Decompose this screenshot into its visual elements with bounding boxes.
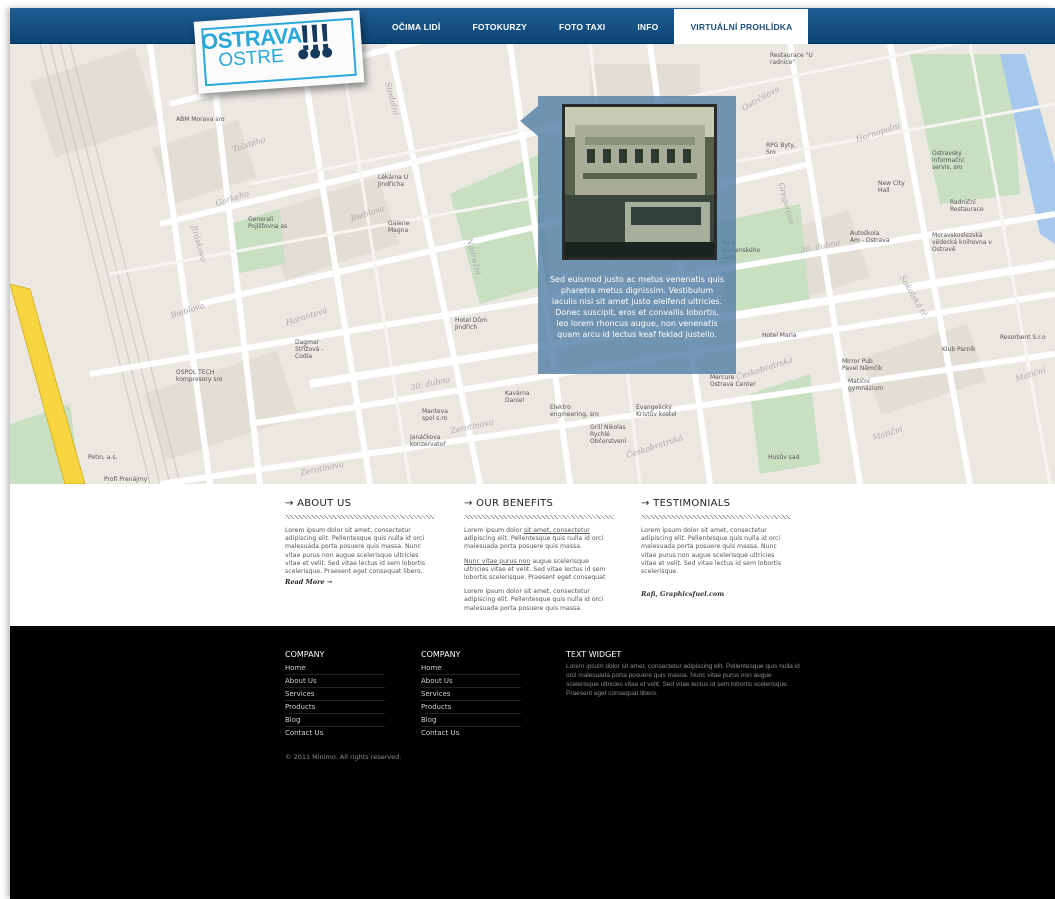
map-place-label: Manteva spol s.ro xyxy=(422,408,448,422)
map-place-label: Petin, a.s. xyxy=(88,454,118,461)
map-place-label: Ostravský informační servis, sro xyxy=(932,150,964,171)
nav-item-info[interactable]: INFO xyxy=(621,8,674,44)
map-place-label: Autoškola Am - Ostrava xyxy=(850,230,890,244)
about-us-column: → ABOUT US Lorem ipsum dolor sit amet, c… xyxy=(285,498,435,586)
footer-column-title: COMPANY xyxy=(421,650,461,659)
map-place-label: Restaurace "U radnice" xyxy=(770,52,813,66)
nav-item-virtualni-prohlidka[interactable]: VIRTUÁLNÍ PROHLÍDKA xyxy=(674,9,809,44)
map-place-label: Moravskoslezská vědecká knihovna v Ostra… xyxy=(932,232,992,253)
footer-link-products[interactable]: Products xyxy=(421,701,521,714)
footer-link-home[interactable]: Home xyxy=(421,662,521,675)
nav-item-ocima-lidi[interactable]: OČIMA LIDÍ xyxy=(376,8,456,44)
about-us-text: Lorem ipsum dolor sit amet, consectetur … xyxy=(285,527,426,576)
testimonials-title: → TESTIMONIALS xyxy=(641,498,731,509)
footer-link-about-us[interactable]: About Us xyxy=(421,675,521,688)
footer-link-blog[interactable]: Blog xyxy=(285,714,385,727)
text-widget: TEXT WIDGET Lorem ipsum dolor sit amet, … xyxy=(566,650,801,698)
map-info-popup[interactable]: Sed euismod justo ac metus venenatis qui… xyxy=(538,96,736,374)
map-place-label: Husův sad xyxy=(768,454,800,461)
benefits-text-segment: Lorem ipsum dolor xyxy=(464,527,524,534)
footer-link-about-us[interactable]: About Us xyxy=(285,675,385,688)
title-divider xyxy=(464,515,614,519)
benefits-text-segment: adipiscing elit. Pellentesque quis nulla… xyxy=(464,535,604,551)
map-place-label: Mirror Pub Pavel Němčík xyxy=(842,358,883,372)
text-widget-body: Lorem ipsum dolor sit amet, consectetur … xyxy=(566,663,800,697)
map-place-label: OSPOL TECH kompresory sro xyxy=(176,369,223,383)
map-place-label: Resorbent S.r.o xyxy=(1000,334,1046,341)
logo-text-ostre: OSTRE xyxy=(217,45,285,72)
map-place-label: ABM Morava sro xyxy=(176,116,225,123)
nav-menu: OČIMA LIDÍ FOTOKURZY FOTO TAXI INFO VIRT… xyxy=(376,8,809,44)
map-place-label: Grill Nikolas Rychlé Občerstvení xyxy=(590,424,627,445)
about-us-title: → ABOUT US xyxy=(285,498,352,509)
our-benefits-text: Lorem ipsum dolor sit amet, consectetur … xyxy=(464,527,614,613)
map-place-label: Profi Prenájmy xyxy=(104,476,148,483)
top-nav-bar: OČIMA LIDÍ FOTOKURZY FOTO TAXI INFO VIRT… xyxy=(10,8,1055,44)
testimonial-author: Rafi, Graphicsfuel.com xyxy=(641,590,725,599)
map-place-label: Matiční gymnázium xyxy=(848,378,884,392)
popup-photo[interactable] xyxy=(562,104,717,260)
map-place-label: Dagmar Střížová - Codia xyxy=(295,339,324,360)
footer-link-services[interactable]: Services xyxy=(421,688,521,701)
footer-link-home[interactable]: Home xyxy=(285,662,385,675)
map-place-label: Galerie Magna xyxy=(388,220,410,234)
map-place-label: Lékárna U Jindřicha xyxy=(378,174,409,188)
site-logo[interactable]: OSTRAVA OSTRE !!! xyxy=(193,10,365,94)
footer: COMPANY Home About Us Services Products … xyxy=(10,626,1055,899)
benefits-link[interactable]: sit amet, consectetur xyxy=(524,527,590,534)
info-section: → ABOUT US Lorem ipsum dolor sit amet, c… xyxy=(10,484,1055,626)
our-benefits-title: → OUR BENEFITS xyxy=(464,498,554,509)
footer-link-blog[interactable]: Blog xyxy=(421,714,521,727)
our-benefits-column: → OUR BENEFITS Lorem ipsum dolor sit ame… xyxy=(464,498,614,619)
building-photo-icon xyxy=(565,107,714,257)
map-place-label: RPG Byty, Sro xyxy=(766,142,796,156)
map-place-label: Kavárna Daniel xyxy=(505,390,530,404)
read-more-link[interactable]: Read More → xyxy=(285,578,435,586)
text-widget-title: TEXT WIDGET xyxy=(566,650,622,659)
nav-item-foto-taxi[interactable]: FOTO TAXI xyxy=(543,8,621,44)
footer-link-services[interactable]: Services xyxy=(285,688,385,701)
map-place-label: Radniční Restaurace xyxy=(950,199,984,213)
nav-item-fotokurzy[interactable]: FOTOKURZY xyxy=(456,8,543,44)
map-place-label: Janáčkova konzervatoř xyxy=(410,434,446,448)
footer-company-column-2: COMPANY Home About Us Services Products … xyxy=(421,650,521,740)
testimonials-column: → TESTIMONIALS Lorem ipsum dolor sit ame… xyxy=(641,498,791,598)
page: OČIMA LIDÍ FOTOKURZY FOTO TAXI INFO VIRT… xyxy=(10,8,1055,899)
footer-company-column-1: COMPANY Home About Us Services Products … xyxy=(285,650,385,740)
map-place-label: New City Hall xyxy=(878,180,905,194)
benefits-link[interactable]: Nunc vitae purus non xyxy=(464,558,530,565)
popup-pointer xyxy=(520,106,538,136)
benefits-paragraph: Lorem ipsum dolor sit amet, consectetur … xyxy=(464,588,604,612)
popup-description: Sed euismod justo ac metus venenatis qui… xyxy=(549,275,725,339)
footer-link-contact-us[interactable]: Contact Us xyxy=(421,727,521,740)
copyright-notice: © 2011 Minimo. All rights reserved. xyxy=(285,753,402,761)
footer-link-products[interactable]: Products xyxy=(285,701,385,714)
map-place-label: Klub Parník xyxy=(942,346,976,353)
map-place-label: Elektro engineering, sro xyxy=(550,404,599,418)
map-place-label: Evangelický Kristův kostel xyxy=(636,404,677,418)
footer-column-title: COMPANY xyxy=(285,650,325,659)
map-place-label: Generali Pojišťovna as xyxy=(248,216,288,230)
footer-link-contact-us[interactable]: Contact Us xyxy=(285,727,385,740)
title-divider xyxy=(641,515,791,519)
testimonials-text: Lorem ipsum dolor sit amet, consectetur … xyxy=(641,527,782,576)
map-place-label: Hotel Dům Jindřich xyxy=(455,317,488,331)
title-divider xyxy=(285,515,435,519)
map-place-label: Hotel Maria xyxy=(762,332,797,339)
